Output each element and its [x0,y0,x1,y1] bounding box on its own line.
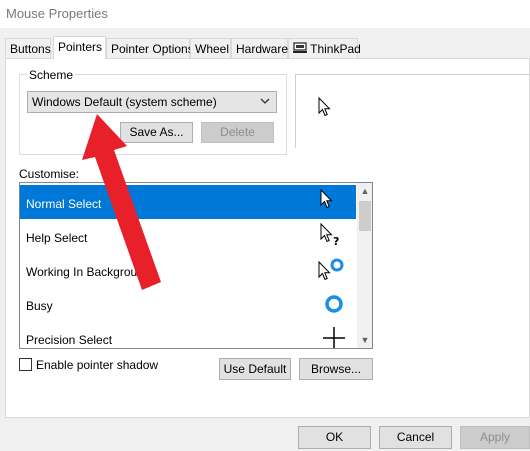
list-item-working-in-background[interactable]: Working In Background [20,253,356,287]
svg-text:?: ? [333,235,339,248]
arrow-cursor-icon [318,97,331,117]
scroll-thumb[interactable] [359,201,371,231]
thinkpad-icon [293,42,307,53]
list-scrollbar[interactable]: ▲ ▼ [357,183,372,348]
ok-button[interactable]: OK [298,426,371,449]
tab-hardware[interactable]: Hardware [231,38,288,58]
list-item-label: Help Select [26,231,88,245]
use-default-button[interactable]: Use Default [219,358,291,380]
working-cursor-icon [318,258,344,281]
cancel-button[interactable]: Cancel [379,426,452,449]
scroll-up-icon[interactable]: ▲ [357,183,372,199]
delete-button[interactable]: Delete [201,122,274,143]
window-title: Mouse Properties [6,6,108,21]
tab-buttons[interactable]: Buttons [5,38,51,58]
browse-button[interactable]: Browse... [299,358,373,380]
scheme-group-label: Scheme [27,68,76,82]
save-as-button[interactable]: Save As... [120,122,193,143]
cursor-list[interactable]: Normal Select Help Select ? Working In B… [19,182,373,349]
list-item-normal-select[interactable]: Normal Select [20,185,356,219]
list-item-label: Working In Background [26,265,151,279]
crosshair-cursor-icon [323,327,345,348]
apply-button[interactable]: Apply [460,426,530,449]
pointer-shadow-checkbox[interactable] [19,358,32,371]
list-item-label: Normal Select [26,197,102,211]
help-cursor-icon: ? [320,223,339,248]
list-item-label: Busy [26,299,53,313]
cursor-preview [295,74,530,148]
customise-label: Customise: [19,167,80,181]
busy-cursor-icon [325,295,343,313]
tab-strip: Buttons Pointers Pointer Options Wheel H… [5,36,530,59]
list-item-busy[interactable]: Busy [20,287,356,321]
list-item-label: Precision Select [26,333,113,347]
tab-wheel[interactable]: Wheel [190,38,231,58]
tab-thinkpad[interactable]: ThinkPad [288,38,361,58]
tab-pointer-options[interactable]: Pointer Options [106,38,194,58]
scheme-dropdown-value: Windows Default (system scheme) [32,95,217,109]
title-bar: Mouse Properties [0,0,530,28]
pointer-shadow-label: Enable pointer shadow [36,358,159,372]
tab-pointers[interactable]: Pointers [53,36,106,59]
chevron-down-icon [260,98,270,104]
scroll-down-icon[interactable]: ▼ [357,332,372,348]
tab-thinkpad-label: ThinkPad [310,42,361,56]
list-item-help-select[interactable]: Help Select ? [20,219,356,253]
arrow-cursor-icon [320,189,333,209]
list-item-precision-select[interactable]: Precision Select [20,321,356,348]
scheme-dropdown[interactable]: Windows Default (system scheme) [27,91,277,113]
